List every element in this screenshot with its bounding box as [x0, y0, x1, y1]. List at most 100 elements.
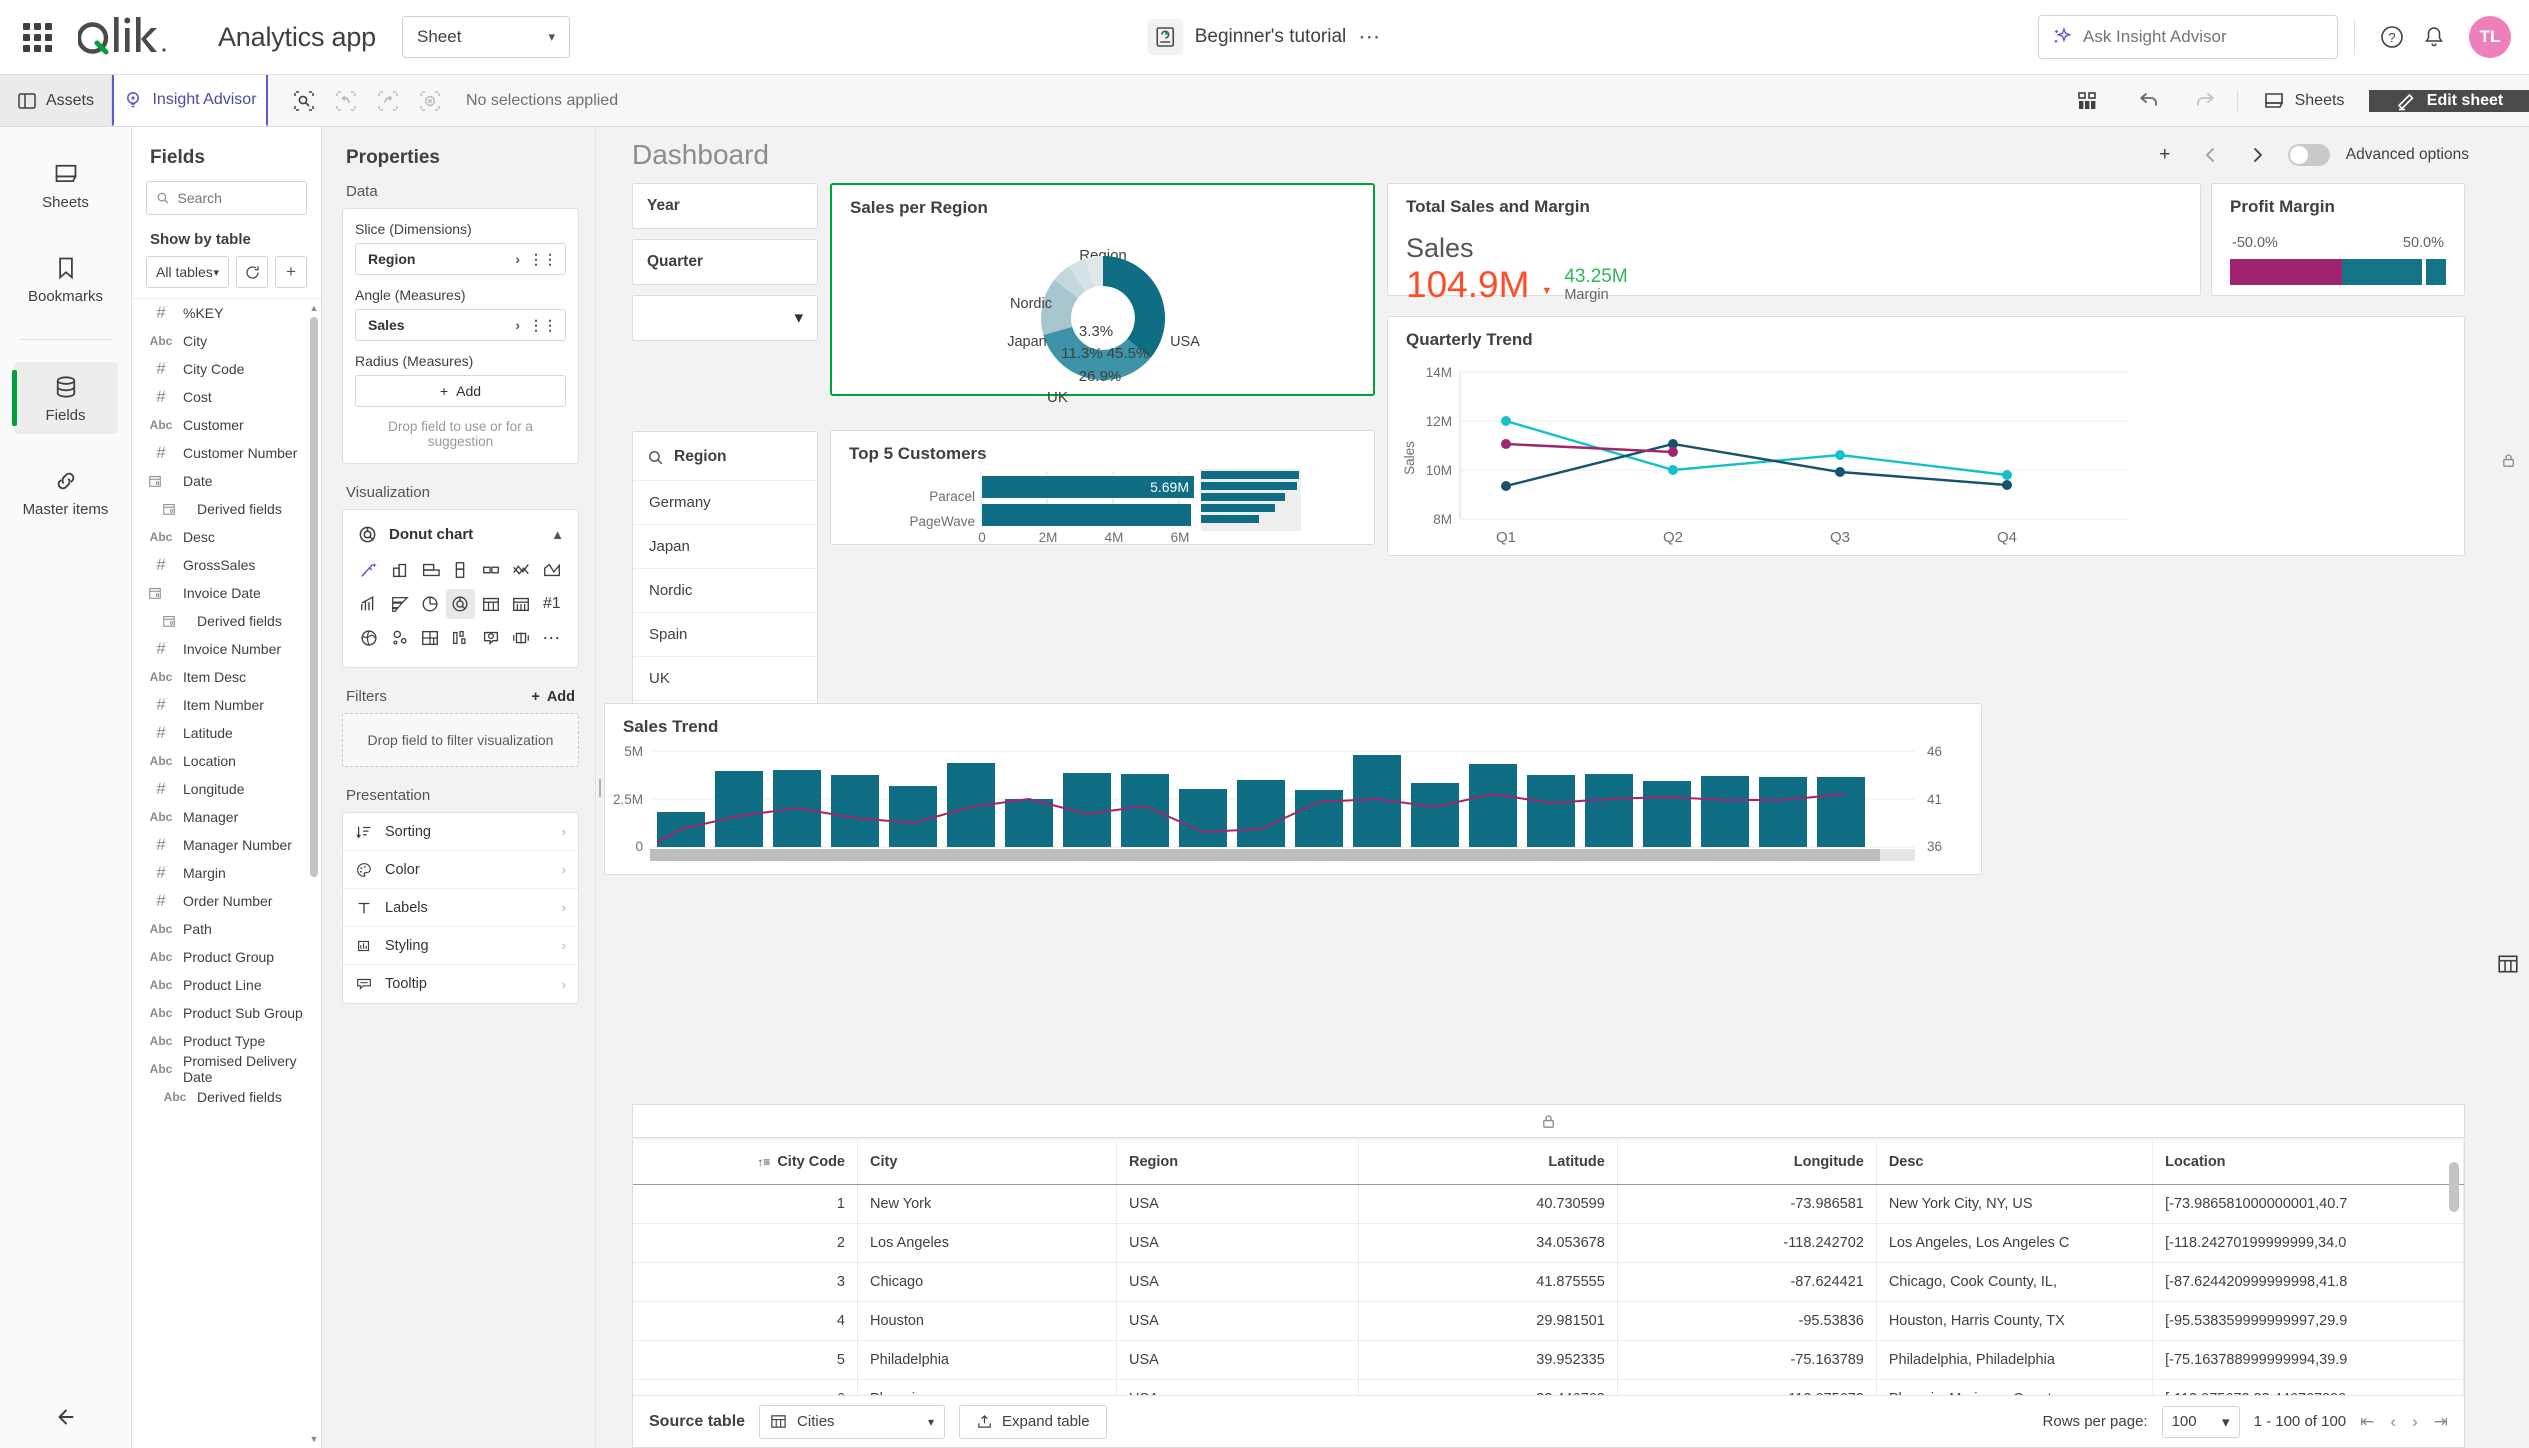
scatter-icon[interactable]	[385, 623, 413, 653]
map-icon[interactable]	[355, 623, 383, 653]
more-icon[interactable]: ⋯	[538, 623, 566, 653]
bullet-icon[interactable]	[507, 623, 535, 653]
field-item[interactable]: Abc City	[132, 327, 321, 355]
next-page-icon[interactable]: ›	[2412, 1412, 2418, 1432]
prev-sheet-icon[interactable]	[2196, 140, 2226, 170]
fields-scroll-thumb[interactable]	[310, 317, 318, 877]
field-item[interactable]: # Manager Number	[132, 831, 321, 859]
next-sheet-icon[interactable]	[2242, 140, 2272, 170]
field-item[interactable]: # Customer Number	[132, 439, 321, 467]
assets-button[interactable]: Assets	[0, 75, 112, 126]
kpi-icon[interactable]: #1	[538, 589, 566, 619]
table-cell[interactable]: USA	[1116, 1340, 1359, 1380]
table-cell[interactable]: USA	[1116, 1301, 1359, 1341]
region-listbox-item[interactable]: Nordic	[633, 568, 817, 612]
field-item[interactable]: # %KEY	[132, 299, 321, 327]
presentation-row-labels[interactable]: Labels ›	[343, 889, 578, 927]
fields-search[interactable]	[146, 181, 307, 215]
field-item[interactable]: Abc Promised Delivery Date	[132, 1053, 321, 1085]
table-cell[interactable]: Los Angeles, Los Angeles C	[1876, 1223, 2154, 1263]
filter-year[interactable]: Year	[632, 183, 818, 229]
table-row[interactable]: 5 Philadelphia USA 39.952335 -75.163789 Phila…	[633, 1340, 2464, 1380]
table-cell[interactable]: 4	[633, 1301, 858, 1341]
pivot-table-icon[interactable]	[507, 589, 535, 619]
table-cell[interactable]: Chicago, Cook County, IL,	[1876, 1262, 2154, 1302]
help-icon[interactable]: ?	[2371, 16, 2413, 58]
table-cell[interactable]: 40.730599	[1358, 1184, 1618, 1224]
redo-icon[interactable]	[2177, 75, 2237, 127]
fields-list[interactable]: # %KEY Abc City # City Code # Cost Abc Customer # C…	[132, 298, 321, 1448]
bar-vertical-icon[interactable]	[446, 555, 474, 585]
fields-scrollbar[interactable]: ▲ ▼	[309, 303, 319, 1444]
table-scroll-thumb[interactable]	[2449, 1162, 2459, 1212]
lock-icon[interactable]	[1540, 1113, 1557, 1130]
field-item[interactable]: # Invoice Number	[132, 635, 321, 663]
table-cell[interactable]: [-87.624420999999998,41.8	[2152, 1262, 2464, 1302]
table-column-header[interactable]: City	[857, 1140, 1118, 1185]
table-cell[interactable]: New York City, NY, US	[1876, 1184, 2154, 1224]
selection-back-icon[interactable]	[328, 85, 364, 117]
table-filter-dropdown[interactable]: All tables ▾	[146, 256, 229, 288]
table-column-header[interactable]: ↑≡ City Code	[633, 1140, 858, 1185]
last-page-icon[interactable]: ⇥	[2434, 1412, 2448, 1432]
presentation-row-sorting[interactable]: Sorting ›	[343, 813, 578, 851]
table-cell[interactable]: USA	[1116, 1223, 1359, 1263]
sidebar-item-fields[interactable]: Fields	[11, 362, 118, 434]
chevron-up-icon[interactable]: ▲	[551, 527, 564, 542]
selection-search-icon[interactable]	[286, 85, 322, 117]
pie-chart-icon[interactable]	[416, 589, 444, 619]
visualization-picker[interactable]: #1 ⋯	[355, 555, 566, 653]
sales-per-region-chart[interactable]: Sales per Region Region Nordic Japan USA…	[830, 183, 1375, 406]
table-cell[interactable]: Phoenix	[857, 1379, 1118, 1395]
table-cell[interactable]: 1	[633, 1184, 858, 1224]
bell-icon[interactable]	[2413, 16, 2455, 58]
table-cell[interactable]: [-112.075672,33.446767999	[2152, 1379, 2464, 1395]
table-cell[interactable]: Philadelphia, Philadelphia	[1876, 1340, 2154, 1380]
field-item[interactable]: Abc Derived fields	[132, 1083, 321, 1111]
boxplot-icon[interactable]	[477, 555, 505, 585]
table-cell[interactable]: USA	[1116, 1184, 1359, 1224]
top-5-customers-chart[interactable]: Top 5 Customers Paracel PageWave 5.69M 0…	[830, 430, 1375, 545]
drag-handle-icon[interactable]: ⋮⋮	[529, 251, 557, 268]
table-row[interactable]: 6PhoenixUSA33.446768-112.075672Phoenix, …	[633, 1379, 2464, 1395]
table-cell[interactable]: USA	[1116, 1262, 1359, 1302]
table-cell[interactable]: Los Angeles	[857, 1223, 1118, 1263]
first-page-icon[interactable]: ⇤	[2360, 1412, 2374, 1432]
field-item[interactable]: Date	[132, 467, 321, 495]
current-visualization[interactable]: Donut chart ▲	[355, 522, 566, 555]
add-sheet-icon[interactable]: +	[2150, 140, 2180, 170]
table-row[interactable]: 1 New York USA 40.730599 -73.986581 New York …	[633, 1184, 2464, 1224]
region-listbox-item[interactable]: Germany	[633, 480, 817, 524]
table-cell[interactable]: [-73.986581000000001,40.7	[2152, 1184, 2464, 1224]
table-icon[interactable]	[477, 589, 505, 619]
field-item[interactable]: # GrossSales	[132, 551, 321, 579]
sheets-button[interactable]: Sheets	[2237, 89, 2369, 112]
field-item[interactable]: Derived fields	[132, 607, 321, 635]
sidebar-item-bookmarks[interactable]: Bookmarks	[14, 243, 118, 315]
table-column-header[interactable]: Longitude	[1617, 1140, 1877, 1185]
auto-chart-icon[interactable]	[355, 555, 383, 585]
table-column-header[interactable]: Desc	[1876, 1140, 2154, 1185]
funnel-icon[interactable]	[385, 589, 413, 619]
table-column-header[interactable]: Region	[1116, 1140, 1359, 1185]
bar-chart-icon[interactable]	[385, 555, 413, 585]
chevron-right-icon[interactable]: ›	[515, 317, 520, 333]
lock-sheet-icon[interactable]	[2491, 443, 2525, 477]
presentation-row-styling[interactable]: Styling ›	[343, 927, 578, 965]
add-filter-button[interactable]: + Add	[531, 689, 575, 705]
avatar[interactable]: TL	[2469, 16, 2511, 58]
field-item[interactable]: Abc Location	[132, 747, 321, 775]
scroll-up-icon[interactable]: ▲	[309, 303, 319, 313]
table-cell[interactable]: [-118.24270199999999,34.0	[2152, 1223, 2464, 1263]
total-sales-margin-kpi[interactable]: Total Sales and Margin Sales 104.9M ▼ 43…	[1387, 183, 2201, 303]
filter-quarter[interactable]: Quarter	[632, 239, 818, 285]
panel-resize-handle[interactable]	[596, 127, 604, 1448]
selection-forward-icon[interactable]	[370, 85, 406, 117]
region-listbox-item[interactable]: Japan	[633, 524, 817, 568]
sidebar-item-sheets[interactable]: Sheets	[14, 149, 118, 221]
field-item[interactable]: # Longitude	[132, 775, 321, 803]
advanced-options-toggle[interactable]	[2287, 144, 2330, 166]
rows-per-page-dropdown[interactable]: 100 ▾	[2161, 1405, 2240, 1438]
add-radius-measure-button[interactable]: + Add	[355, 375, 566, 407]
table-row[interactable]: 3 Chicago USA 41.875555 -87.624421 Chicago, C…	[633, 1262, 2464, 1302]
